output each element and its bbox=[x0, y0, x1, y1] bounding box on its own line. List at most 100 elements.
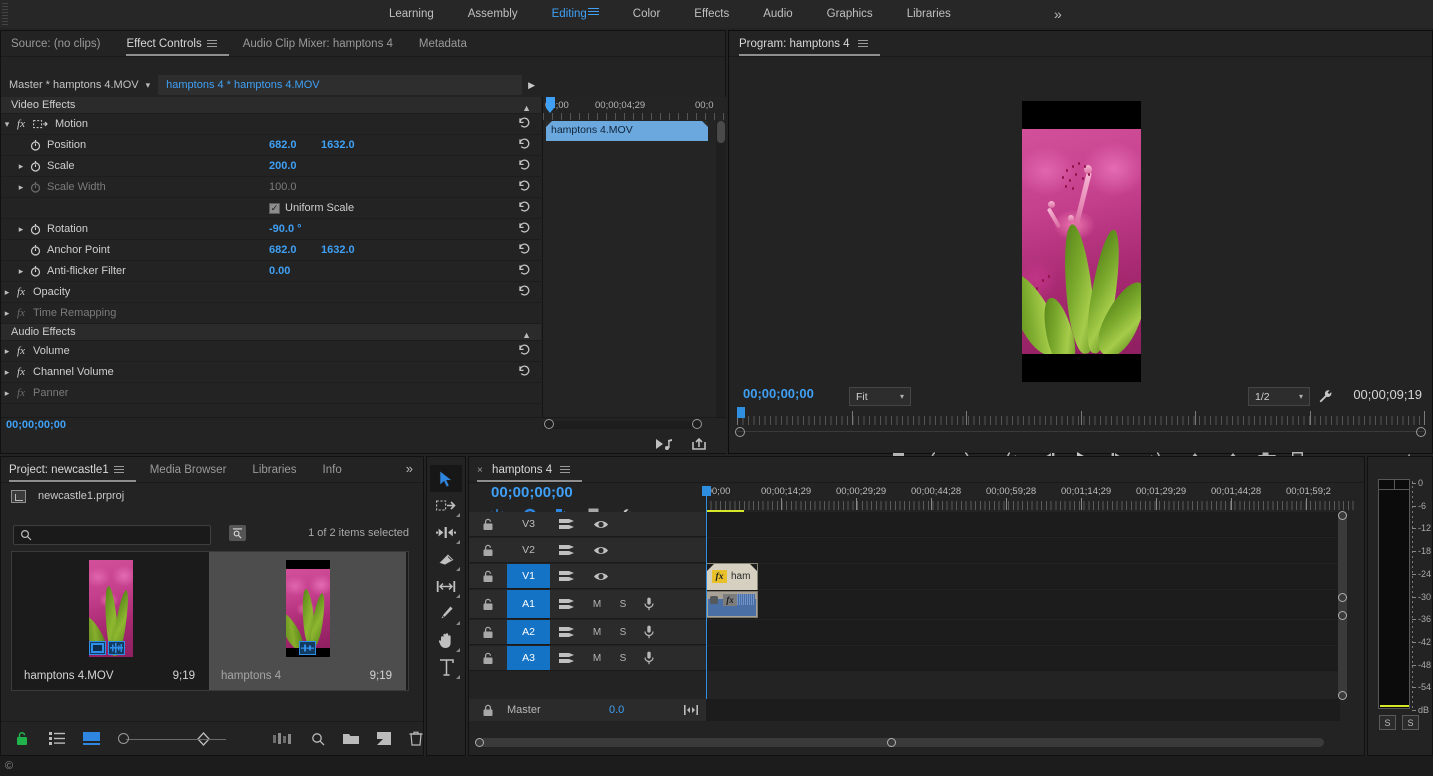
track-header-v3[interactable]: V3 bbox=[469, 512, 706, 537]
new-bin-icon[interactable] bbox=[343, 732, 359, 745]
project-search-field[interactable] bbox=[13, 525, 211, 545]
meter-solo-button[interactable]: S bbox=[1379, 715, 1396, 730]
tool-submenu-indicator[interactable] bbox=[456, 540, 460, 544]
track-header-a3[interactable]: A3 M S bbox=[469, 646, 706, 671]
effect-row-rotation[interactable]: ▸ Rotation -90.0 ° bbox=[1, 219, 541, 240]
vscroll-handle-mid1[interactable] bbox=[1338, 593, 1347, 602]
timeline-vertical-scrollbar[interactable] bbox=[1338, 511, 1347, 700]
track-lock-icon[interactable] bbox=[469, 518, 507, 531]
track-body-v3[interactable] bbox=[706, 512, 1340, 537]
tool-submenu-indicator[interactable] bbox=[456, 648, 460, 652]
program-current-timecode[interactable]: 00;00;00;00 bbox=[743, 386, 814, 401]
pen-tool[interactable] bbox=[430, 600, 462, 627]
voice-over-mic-icon[interactable] bbox=[636, 651, 662, 665]
tab-source-no-clips[interactable]: Source: (no clips) bbox=[11, 38, 112, 56]
tab-program-monitor[interactable]: Program: hamptons 4 bbox=[739, 38, 880, 56]
effect-property-value[interactable]: 682.0 bbox=[269, 244, 297, 256]
sync-lock-icon[interactable] bbox=[550, 598, 584, 611]
reset-parameter-icon[interactable] bbox=[518, 285, 531, 297]
slip-tool[interactable] bbox=[430, 573, 462, 600]
twirl-closed-icon[interactable]: ▸ bbox=[1, 346, 13, 357]
panel-menu-icon[interactable] bbox=[206, 38, 217, 49]
timeline-ruler[interactable]: ;00;00 00;00;14;29 00;00;29;29 00;00;44;28 0… bbox=[704, 486, 1356, 512]
workspace-tab-learning[interactable]: Learning bbox=[372, 0, 451, 28]
close-icon[interactable]: × bbox=[477, 465, 483, 476]
effect-controls-ruler[interactable]: 00;00 00;00;04;29 00;0 bbox=[543, 97, 726, 121]
tab-effect-controls[interactable]: Effect Controls bbox=[126, 38, 229, 56]
program-monitor-view[interactable] bbox=[729, 57, 1432, 382]
audio-effects-header[interactable]: Audio Effects ▲ bbox=[1, 324, 541, 341]
reset-parameter-icon[interactable] bbox=[518, 138, 531, 150]
timeline-video-clip[interactable]: fx ham bbox=[706, 563, 758, 591]
effect-row-uniform-scale[interactable]: ✓ Uniform Scale bbox=[1, 198, 541, 219]
reset-parameter-icon[interactable] bbox=[518, 201, 531, 213]
sync-lock-icon[interactable] bbox=[550, 626, 584, 639]
tool-submenu-indicator[interactable] bbox=[456, 513, 460, 517]
program-monitor-ruler[interactable] bbox=[737, 411, 1425, 425]
effect-row-panner[interactable]: ▸ fx Panner bbox=[1, 383, 541, 404]
track-body-v2[interactable] bbox=[706, 538, 1340, 563]
track-target-a2[interactable]: A2 bbox=[507, 620, 550, 644]
effect-property-value2[interactable]: 1632.0 bbox=[321, 139, 355, 151]
stopwatch-icon[interactable] bbox=[27, 181, 43, 193]
tool-submenu-indicator[interactable] bbox=[456, 567, 460, 571]
tab-media-browser[interactable]: Media Browser bbox=[150, 464, 239, 482]
find-button[interactable] bbox=[229, 525, 246, 541]
stopwatch-icon[interactable] bbox=[27, 244, 43, 256]
reset-parameter-icon[interactable] bbox=[518, 117, 531, 129]
play-arrow-icon[interactable]: ▶ bbox=[522, 80, 541, 91]
effect-controls-playhead[interactable] bbox=[546, 97, 555, 113]
program-duration-timecode[interactable]: 00;00;09;19 bbox=[1353, 387, 1422, 402]
workspace-tab-effects[interactable]: Effects bbox=[677, 0, 746, 28]
project-root-row[interactable]: newcastle1.prproj bbox=[1, 485, 124, 507]
effect-row-anchor-point[interactable]: Anchor Point 682.0 1632.0 bbox=[1, 240, 541, 261]
track-lock-icon[interactable] bbox=[469, 598, 507, 611]
twirl-closed-icon[interactable]: ▸ bbox=[15, 266, 27, 277]
checkbox-icon[interactable]: ✓ bbox=[269, 202, 280, 214]
vscroll-handle-mid2[interactable] bbox=[1338, 611, 1347, 620]
effect-row-anti-flicker-filter[interactable]: ▸ Anti-flicker Filter 0.00 bbox=[1, 261, 541, 282]
motion-transform-icon[interactable] bbox=[29, 119, 51, 130]
track-body-v1[interactable]: fx ham bbox=[706, 563, 1340, 591]
zoom-level-select[interactable]: Fit ▾ bbox=[849, 387, 911, 406]
reset-parameter-icon[interactable] bbox=[518, 159, 531, 171]
track-target-v1[interactable]: V1 bbox=[507, 564, 550, 588]
tab-info[interactable]: Info bbox=[323, 464, 354, 482]
track-body-a3[interactable] bbox=[706, 646, 1340, 671]
workspace-tab-libraries[interactable]: Libraries bbox=[890, 0, 968, 28]
stopwatch-icon[interactable] bbox=[27, 139, 43, 151]
track-solo-button[interactable]: S bbox=[610, 627, 636, 638]
timeline-horizontal-scrollbar[interactable] bbox=[475, 738, 1324, 747]
hand-tool[interactable] bbox=[430, 627, 462, 654]
effect-property-value2[interactable]: 1632.0 bbox=[321, 244, 355, 256]
stopwatch-icon[interactable] bbox=[27, 160, 43, 172]
track-target-a1[interactable]: A1 bbox=[507, 590, 550, 618]
effect-property-value[interactable]: 200.0 bbox=[269, 160, 297, 172]
slider-knob[interactable] bbox=[118, 732, 129, 744]
reset-parameter-icon[interactable] bbox=[518, 180, 531, 192]
voice-over-mic-icon[interactable] bbox=[636, 597, 662, 611]
master-lock-icon[interactable] bbox=[469, 704, 507, 717]
workspace-menu-icon[interactable] bbox=[587, 6, 599, 17]
track-select-forward-tool[interactable] bbox=[430, 492, 462, 519]
vscroll-handle-bottom[interactable] bbox=[1338, 691, 1347, 700]
vscroll-handle-top[interactable] bbox=[1338, 511, 1347, 520]
twirl-closed-icon[interactable]: ▸ bbox=[15, 161, 27, 172]
workspace-tab-editing[interactable]: Editing bbox=[535, 0, 616, 28]
chevron-down-icon[interactable]: ▾ bbox=[146, 80, 151, 91]
tool-submenu-indicator[interactable] bbox=[456, 675, 460, 679]
tool-submenu-indicator[interactable] bbox=[456, 621, 460, 625]
uniform-scale-control[interactable]: ✓ Uniform Scale bbox=[269, 202, 354, 214]
workspace-overflow-button[interactable]: » bbox=[1040, 0, 1076, 28]
project-item-thumbnail[interactable] bbox=[88, 560, 133, 657]
program-scroll-handle-left[interactable] bbox=[735, 427, 745, 437]
effect-row-time-remapping[interactable]: ▸ fx Time Remapping bbox=[1, 303, 541, 324]
workspace-tab-color[interactable]: Color bbox=[616, 0, 677, 28]
track-visibility-eye-icon[interactable] bbox=[584, 545, 618, 556]
workspace-tab-assembly[interactable]: Assembly bbox=[451, 0, 535, 28]
effect-property-value[interactable]: 0.00 bbox=[269, 265, 290, 277]
timeline-playhead[interactable] bbox=[702, 486, 711, 699]
workspace-tab-audio[interactable]: Audio bbox=[746, 0, 809, 28]
audio-meter-bars[interactable] bbox=[1378, 479, 1410, 709]
track-target-a3[interactable]: A3 bbox=[507, 646, 550, 670]
